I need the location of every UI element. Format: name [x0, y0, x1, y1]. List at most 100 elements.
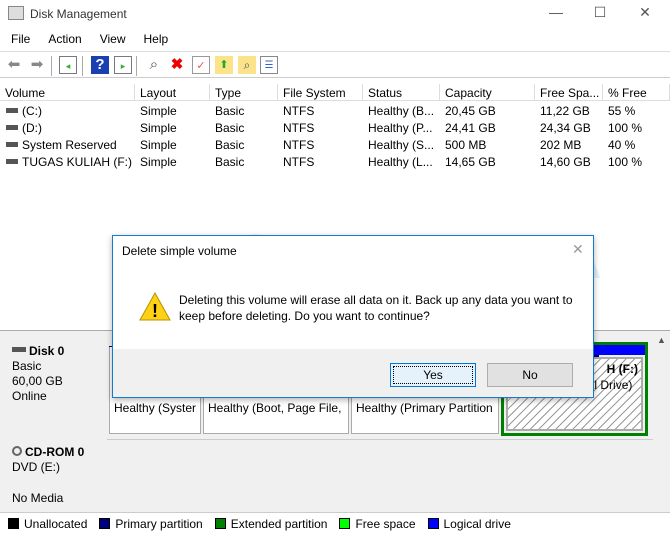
disk-0-label[interactable]: Disk 0 Basic 60,00 GB Online	[6, 341, 106, 436]
help-icon[interactable]: ?	[91, 56, 109, 74]
table-cell: Healthy (L...	[368, 155, 433, 169]
table-cell: Basic	[215, 121, 245, 135]
table-cell: (D:)	[22, 121, 42, 135]
disk-state: No Media	[12, 491, 64, 505]
table-cell: Healthy (B...	[368, 104, 435, 118]
toolbar: ⬅ ➡ ◂ ? ▸ ⌕ ✖ ✓ ⬆ ⌕ ☰	[0, 51, 670, 78]
cdrom-0-label[interactable]: CD-ROM 0 DVD (E:) No Media	[6, 442, 106, 512]
column-header[interactable]: Type	[210, 84, 278, 101]
table-row[interactable]: TUGAS KULIAH (F:) Simple Basic NTFS Healthy …	[0, 153, 670, 170]
menu-file[interactable]: File	[0, 28, 37, 46]
column-header[interactable]: Volume	[0, 84, 135, 101]
table-cell: 55 %	[608, 104, 636, 118]
legend-label: Primary partition	[115, 517, 203, 531]
table-cell: 100 %	[608, 155, 643, 169]
table-cell: TUGAS KULIAH (F:)	[22, 155, 133, 169]
minimize-button[interactable]: —	[541, 4, 571, 24]
column-header[interactable]: % Free	[603, 84, 670, 101]
table-cell: System Reserved	[22, 138, 117, 152]
table-cell: Simple	[140, 155, 177, 169]
window-title: Disk Management	[30, 7, 127, 21]
legend-swatch	[8, 518, 19, 529]
table-cell: 40 %	[608, 138, 636, 152]
legend-item: Logical drive	[427, 517, 511, 531]
dialog-title: Delete simple volume	[122, 244, 237, 258]
menu-view[interactable]: View	[89, 28, 133, 46]
title-bar: Disk Management — ☐ ✕	[0, 0, 670, 28]
legend-swatch	[99, 518, 111, 529]
disk-size: 60,00 GB	[12, 374, 63, 388]
legend-label: Free space	[355, 517, 416, 531]
partition-status: Healthy (Primary Partition	[356, 401, 493, 415]
table-cell: NTFS	[283, 121, 315, 135]
connect-icon[interactable]: ⌕	[145, 56, 163, 74]
table-cell: Basic	[215, 155, 245, 169]
column-header[interactable]: Free Spa...	[535, 84, 603, 101]
table-cell: 14,65 GB	[445, 155, 496, 169]
disk-name: Disk 0	[29, 344, 65, 358]
menu-help[interactable]: Help	[133, 28, 176, 46]
search-icon[interactable]: ⌕	[238, 56, 256, 74]
menu-bar: File Action View Help	[0, 28, 670, 50]
dialog-message: Deleting this volume will erase all data…	[179, 293, 573, 323]
partition-status: Healthy (Boot, Page File,	[208, 401, 342, 415]
column-header[interactable]: Capacity	[440, 84, 535, 101]
legend-item: Unallocated	[8, 517, 87, 531]
table-cell: 24,34 GB	[540, 121, 591, 135]
legend-item: Free space	[339, 517, 416, 531]
legend-item: Primary partition	[99, 517, 203, 531]
properties-icon[interactable]: ✓	[192, 56, 210, 74]
delete-icon[interactable]: ✖	[168, 56, 186, 74]
table-cell: Healthy (S...	[368, 138, 435, 152]
table-cell: (C:)	[22, 104, 42, 118]
add-icon[interactable]: ⬆	[215, 56, 233, 74]
partition-status: Healthy (Syster	[114, 401, 197, 415]
table-cell: Healthy (P...	[368, 121, 433, 135]
table-cell: 100 %	[608, 121, 643, 135]
legend-label: Unallocated	[24, 517, 88, 531]
table-cell: 24,41 GB	[445, 121, 496, 135]
table-row[interactable]: (C:) Simple Basic NTFS Healthy (B... 20,45 GB…	[0, 102, 670, 119]
table-cell: 202 MB	[540, 138, 582, 152]
svg-text:!: !	[152, 301, 158, 321]
action-pane-icon[interactable]: ▸	[114, 56, 132, 74]
back-icon[interactable]: ⬅	[5, 56, 23, 74]
scroll-up-icon[interactable]: ▲	[657, 335, 666, 345]
table-cell: Simple	[140, 121, 177, 135]
table-cell: 500 MB	[445, 138, 487, 152]
app-icon	[8, 6, 24, 20]
maximize-button[interactable]: ☐	[585, 4, 615, 24]
table-cell: Basic	[215, 138, 245, 152]
settings-icon[interactable]: ☰	[260, 56, 278, 74]
volume-icon	[6, 108, 18, 113]
table-cell: Basic	[215, 104, 245, 118]
legend-swatch	[214, 518, 226, 529]
volume-icon	[6, 159, 18, 164]
no-button[interactable]: No	[487, 363, 573, 387]
yes-button[interactable]: Yes	[390, 363, 476, 387]
disk-type: Basic	[12, 359, 42, 373]
table-cell: 11,22 GB	[540, 104, 590, 118]
forward-icon[interactable]: ➡	[28, 56, 46, 74]
table-cell: 14,60 GB	[540, 155, 591, 169]
table-cell: Simple	[140, 104, 177, 118]
cdrom-icon	[12, 446, 22, 456]
console-tree-icon[interactable]: ◂	[59, 56, 77, 74]
table-cell: Simple	[140, 138, 177, 152]
table-row[interactable]: (D:) Simple Basic NTFS Healthy (P... 24,41 GB…	[0, 119, 670, 136]
table-cell: NTFS	[283, 138, 315, 152]
volume-icon	[6, 142, 18, 147]
table-cell: 20,45 GB	[445, 104, 496, 118]
legend-swatch	[339, 518, 351, 529]
disk-name: CD-ROM 0	[25, 445, 85, 459]
table-cell: NTFS	[283, 104, 315, 118]
dialog-close-button[interactable]: ✕	[572, 241, 584, 258]
menu-action[interactable]: Action	[37, 28, 88, 46]
column-header[interactable]: File System	[278, 84, 363, 101]
column-header[interactable]: Status	[363, 84, 440, 101]
close-button[interactable]: ✕	[630, 4, 660, 24]
column-header[interactable]: Layout	[135, 84, 210, 101]
table-row[interactable]: System Reserved Simple Basic NTFS Healthy (S…	[0, 136, 670, 153]
table-cell: NTFS	[283, 155, 315, 169]
scrollbar[interactable]: ▲	[653, 333, 670, 512]
